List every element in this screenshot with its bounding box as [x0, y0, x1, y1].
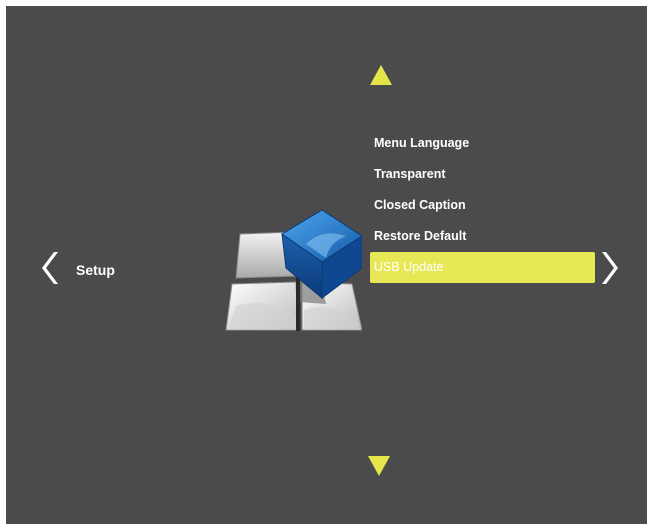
scroll-down-icon[interactable]	[368, 456, 390, 476]
setup-menu: Menu Language Transparent Closed Caption…	[370, 128, 595, 283]
setup-screen: Setup Menu Language Transparent Closed C…	[6, 6, 647, 524]
chevron-left-icon[interactable]	[40, 251, 58, 285]
menu-item-menu-language[interactable]: Menu Language	[370, 128, 595, 159]
setup-icon	[225, 209, 362, 331]
menu-item-transparent[interactable]: Transparent	[370, 159, 595, 190]
scroll-up-icon[interactable]	[370, 65, 392, 85]
menu-item-usb-update[interactable]: USB Update	[370, 252, 595, 283]
category-label: Setup	[76, 262, 115, 278]
chevron-right-icon[interactable]	[602, 251, 620, 285]
menu-item-closed-caption[interactable]: Closed Caption	[370, 190, 595, 221]
menu-item-restore-default[interactable]: Restore Default	[370, 221, 595, 252]
